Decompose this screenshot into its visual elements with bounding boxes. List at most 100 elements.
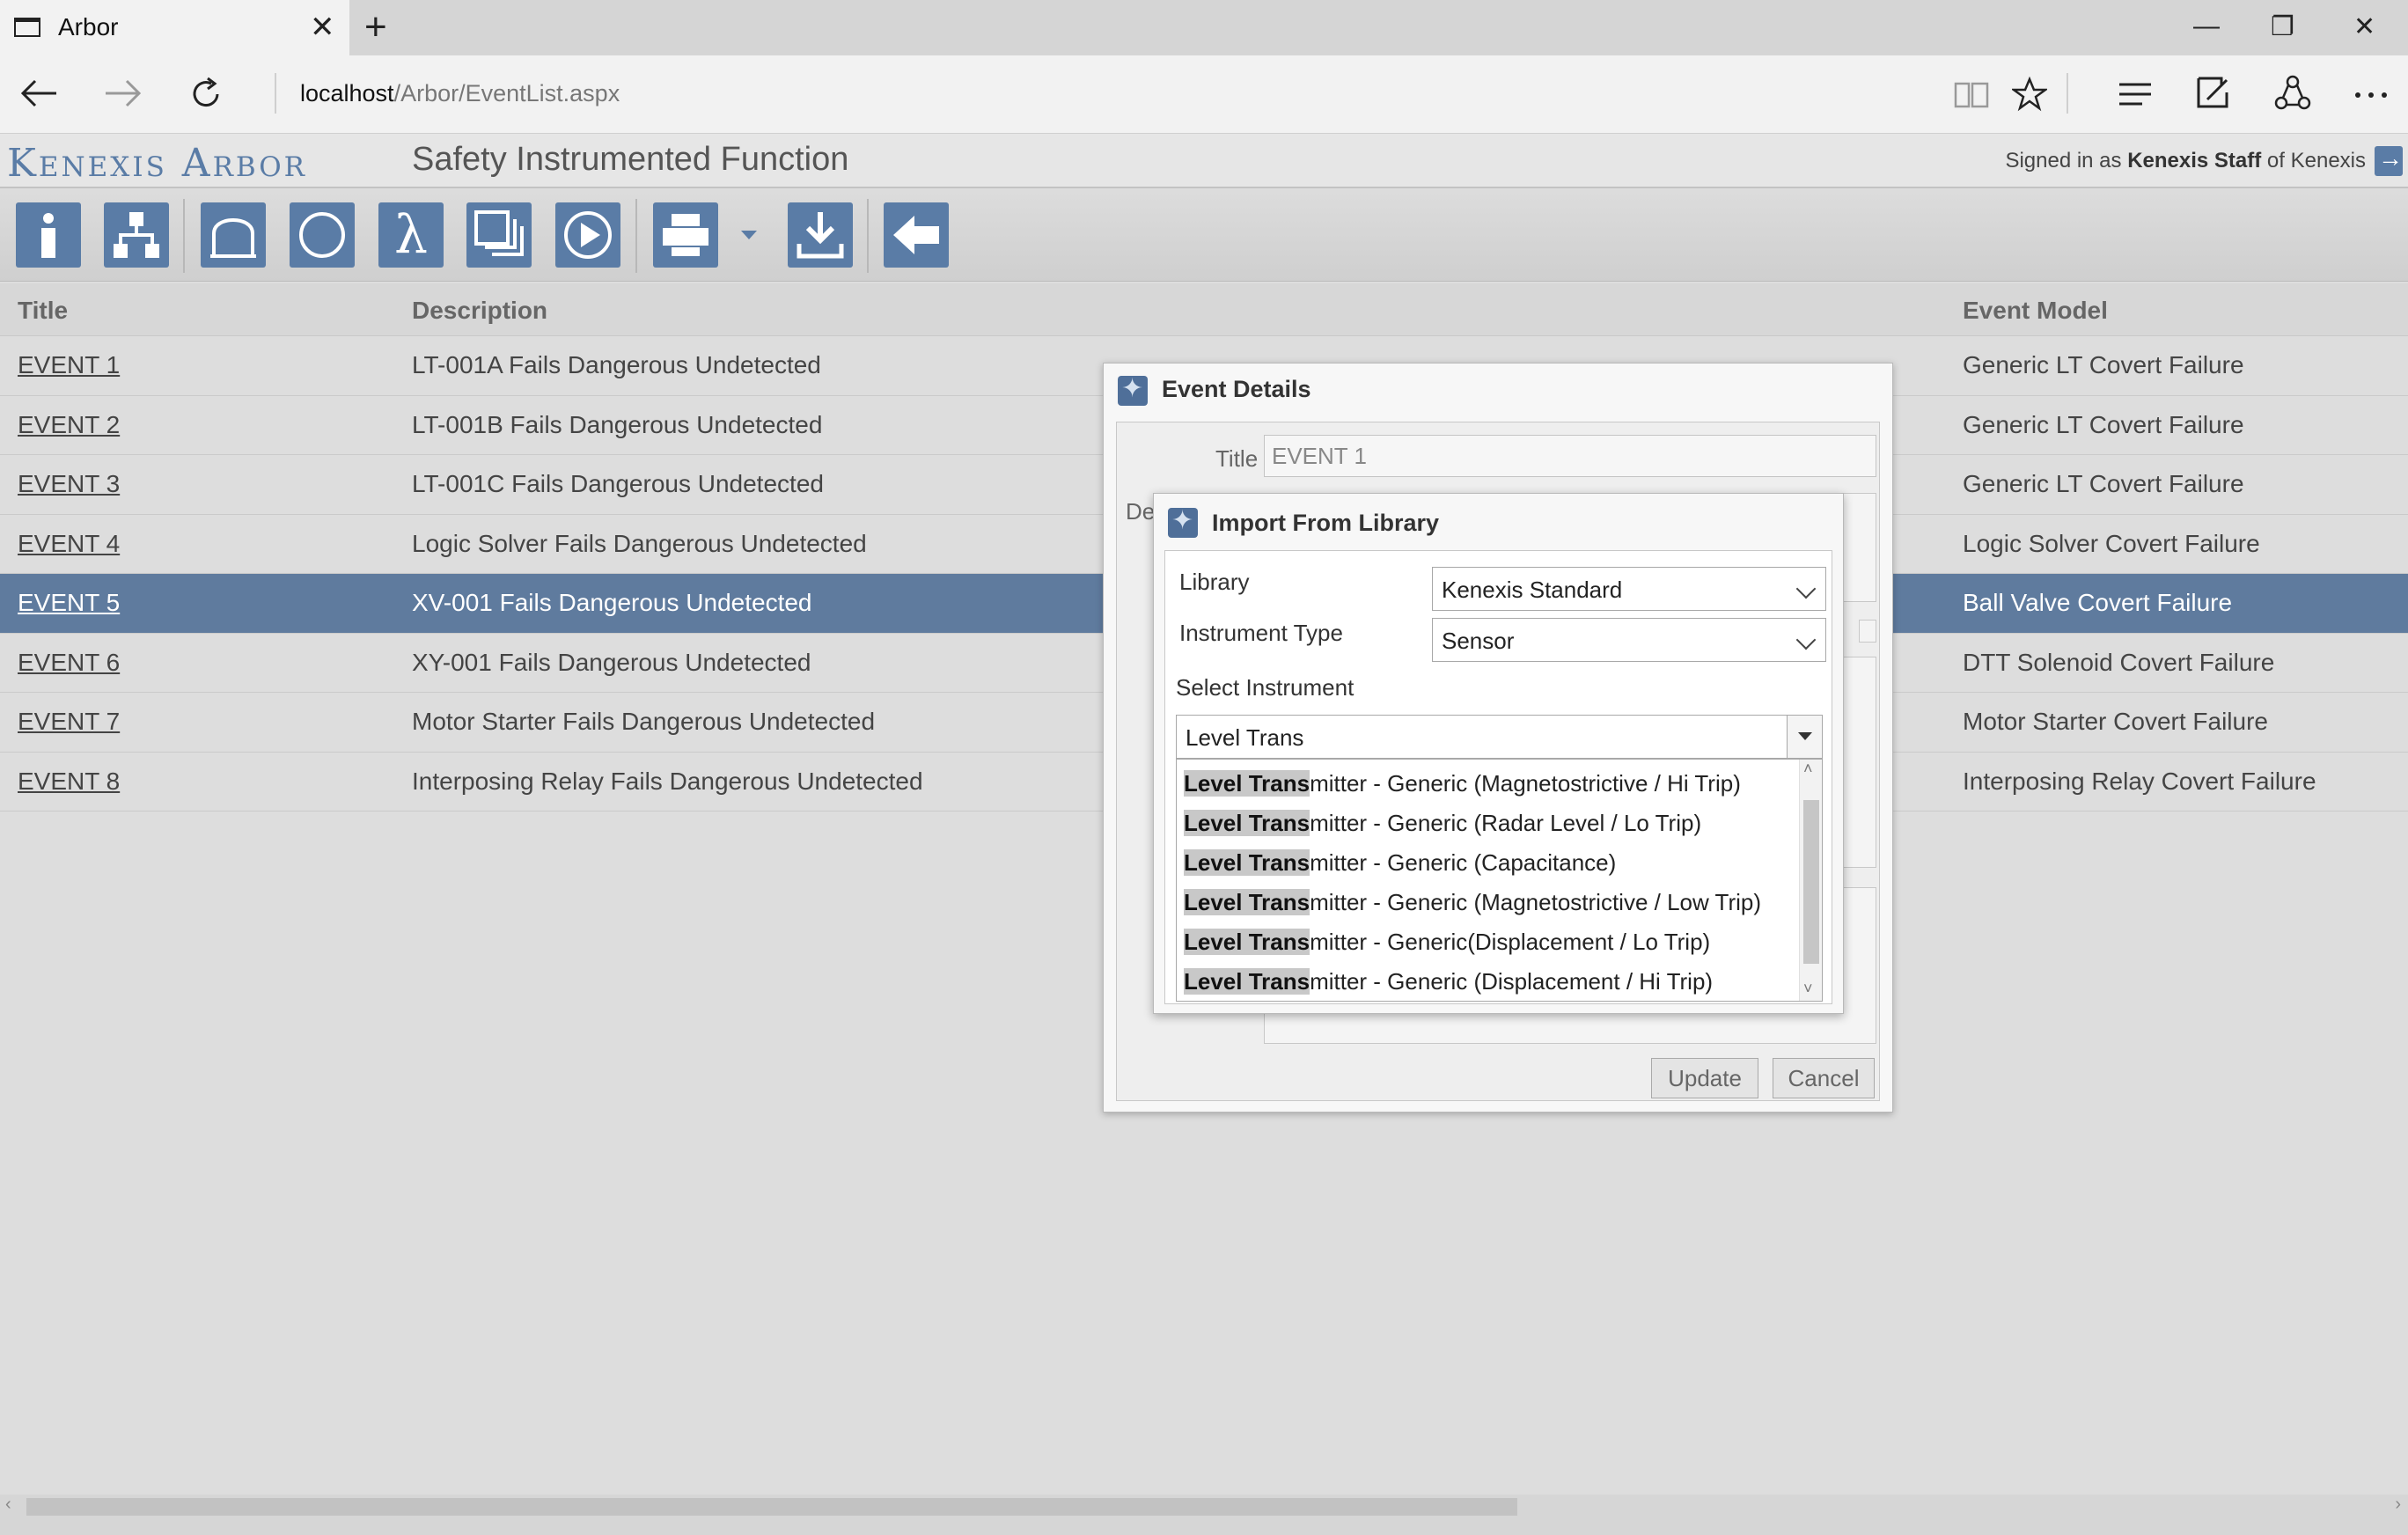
scroll-right-arrow-icon[interactable]: › xyxy=(2395,1495,2401,1515)
dropdown-option[interactable]: Level Transmitter - Generic (Magnetostri… xyxy=(1184,885,1761,921)
hierarchy-icon[interactable] xyxy=(104,202,169,268)
event-model: Ball Valve Covert Failure xyxy=(1963,589,2233,616)
title-field[interactable]: EVENT 1 xyxy=(1264,435,1876,477)
option-match-highlight: Level Trans xyxy=(1184,929,1310,955)
event-title-link[interactable]: EVENT 1 xyxy=(18,351,120,379)
description-label: De xyxy=(1126,498,1156,525)
toolbar-separator xyxy=(635,199,637,273)
dropdown-scroll-thumb[interactable] xyxy=(1803,800,1819,964)
select-instrument-label: Select Instrument xyxy=(1176,674,1354,701)
dropdown-option[interactable]: Level Transmitter - Generic (Radar Level… xyxy=(1184,806,1701,841)
event-description: XV-001 Fails Dangerous Undetected xyxy=(412,589,812,616)
circle-icon[interactable] xyxy=(290,202,355,268)
table-header: Title Description Event Model xyxy=(0,283,2408,336)
option-text: mitter - Generic (Capacitance) xyxy=(1310,849,1617,876)
web-note-icon[interactable] xyxy=(2195,75,2230,110)
dropdown-option[interactable]: Level Transmitter - Generic(Displacement… xyxy=(1184,925,1710,960)
app-logo: Kenexis Arbor xyxy=(7,141,308,186)
browser-tab-active[interactable]: Arbor ✕ xyxy=(0,0,349,55)
instrument-type-label: Instrument Type xyxy=(1179,620,1343,646)
page-icon xyxy=(14,18,40,37)
address-bar: localhost/Arbor/EventList.aspx xyxy=(0,55,2408,134)
instrument-search-input[interactable]: Level Trans xyxy=(1176,715,1823,759)
library-select[interactable]: Kenexis Standard xyxy=(1432,567,1826,611)
event-model: Generic LT Covert Failure xyxy=(1963,410,2244,438)
copy-icon[interactable] xyxy=(466,202,532,268)
print-dropdown-caret[interactable] xyxy=(741,231,757,239)
event-model: DTT Solenoid Covert Failure xyxy=(1963,648,2275,676)
url-divider xyxy=(275,73,276,114)
library-label: Library xyxy=(1179,569,1250,595)
option-match-highlight: Level Trans xyxy=(1184,849,1310,876)
favorite-star-icon[interactable] xyxy=(2012,77,2047,112)
toolbar-divider xyxy=(2067,73,2068,114)
app-dialog-icon xyxy=(1118,373,1148,406)
info-icon[interactable] xyxy=(16,202,81,268)
col-header-title[interactable]: Title xyxy=(18,297,68,325)
combo-dropdown-button[interactable] xyxy=(1787,716,1822,758)
back-arrow-icon[interactable] xyxy=(884,202,949,268)
option-text: mitter - Generic (Magnetostrictive / Low… xyxy=(1310,889,1761,915)
scrollbar-thumb[interactable] xyxy=(26,1498,1517,1516)
signed-prefix: Signed in as xyxy=(2005,149,2128,173)
event-model: Logic Solver Covert Failure xyxy=(1963,529,2260,557)
refresh-icon[interactable] xyxy=(188,77,224,112)
option-text: mitter - Generic (Magnetostrictive / Hi … xyxy=(1310,770,1741,797)
window-close-button[interactable]: ✕ xyxy=(2353,11,2375,42)
option-checkbox[interactable] xyxy=(1859,620,1876,643)
import-from-library-dialog: Import From Library Library Kenexis Stan… xyxy=(1153,493,1844,1014)
sign-out-icon[interactable] xyxy=(2375,144,2403,176)
event-title-link[interactable]: EVENT 5 xyxy=(18,589,120,617)
url-host: localhost xyxy=(300,80,394,106)
toolbar-separator xyxy=(867,199,869,273)
more-icon[interactable] xyxy=(2353,91,2389,99)
bell-curve-icon[interactable] xyxy=(201,202,266,268)
event-title-link[interactable]: EVENT 3 xyxy=(18,470,120,498)
event-description: Motor Starter Fails Dangerous Undetected xyxy=(412,708,876,735)
dropdown-option[interactable]: Level Transmitter - Generic (Capacitance… xyxy=(1184,846,1616,881)
instrument-type-select[interactable]: Sensor xyxy=(1432,618,1826,662)
cancel-button[interactable]: Cancel xyxy=(1773,1058,1875,1098)
event-title-link[interactable]: EVENT 4 xyxy=(18,530,120,558)
signed-in-status: Signed in as Kenexis Staff of Kenexis xyxy=(2005,149,2366,173)
lambda-glyph: λ xyxy=(393,204,429,266)
dropdown-option[interactable]: Level Transmitter - Generic (Magnetostri… xyxy=(1184,767,1741,802)
download-icon[interactable] xyxy=(788,202,853,268)
event-title-link[interactable]: EVENT 2 xyxy=(18,411,120,439)
chevron-down-icon xyxy=(1795,578,1817,599)
horizontal-scrollbar[interactable]: ‹ › xyxy=(0,1495,2408,1519)
play-icon[interactable] xyxy=(555,202,620,268)
scroll-left-arrow-icon[interactable]: ‹ xyxy=(5,1495,11,1515)
dialog-titlebar[interactable]: Import From Library xyxy=(1154,494,1843,545)
col-header-description[interactable]: Description xyxy=(412,297,547,325)
update-button[interactable]: Update xyxy=(1651,1058,1758,1098)
event-model: Generic LT Covert Failure xyxy=(1963,351,2244,378)
forward-arrow-icon[interactable] xyxy=(104,78,143,108)
minimize-button[interactable]: — xyxy=(2193,11,2220,41)
lambda-icon[interactable]: λ xyxy=(378,202,444,268)
event-description: LT-001A Fails Dangerous Undetected xyxy=(412,351,821,378)
tab-close-icon[interactable]: ✕ xyxy=(310,10,335,45)
url-field[interactable]: localhost/Arbor/EventList.aspx xyxy=(300,80,620,107)
event-title-link[interactable]: EVENT 7 xyxy=(18,708,120,736)
library-select-value: Kenexis Standard xyxy=(1442,577,1623,603)
print-icon[interactable] xyxy=(653,202,718,268)
dropdown-option[interactable]: Level Transmitter - Generic (Displacemen… xyxy=(1184,965,1713,1000)
signed-suffix: of Kenexis xyxy=(2261,149,2366,173)
share-icon[interactable] xyxy=(2274,75,2311,112)
option-text: mitter - Generic (Displacement / Hi Trip… xyxy=(1310,968,1714,995)
reading-view-icon[interactable] xyxy=(1954,80,1989,110)
event-title-link[interactable]: EVENT 8 xyxy=(18,768,120,796)
dialog-titlebar[interactable]: Event Details xyxy=(1104,364,1892,415)
scroll-up-arrow-icon[interactable]: ˄ xyxy=(1803,760,1813,778)
restore-button[interactable]: ❐ xyxy=(2271,11,2294,42)
col-header-event-model[interactable]: Event Model xyxy=(1963,297,2108,325)
scroll-down-arrow-icon[interactable]: ˅ xyxy=(1803,980,1813,998)
event-description: XY-001 Fails Dangerous Undetected xyxy=(412,648,811,676)
hub-icon[interactable] xyxy=(2118,82,2153,106)
dropdown-scrollbar[interactable]: ˄ ˅ xyxy=(1799,760,1822,1001)
event-title-link[interactable]: EVENT 6 xyxy=(18,649,120,677)
toolbar-separator xyxy=(183,199,185,273)
new-tab-button[interactable]: + xyxy=(364,5,387,49)
back-arrow-icon[interactable] xyxy=(19,78,58,108)
